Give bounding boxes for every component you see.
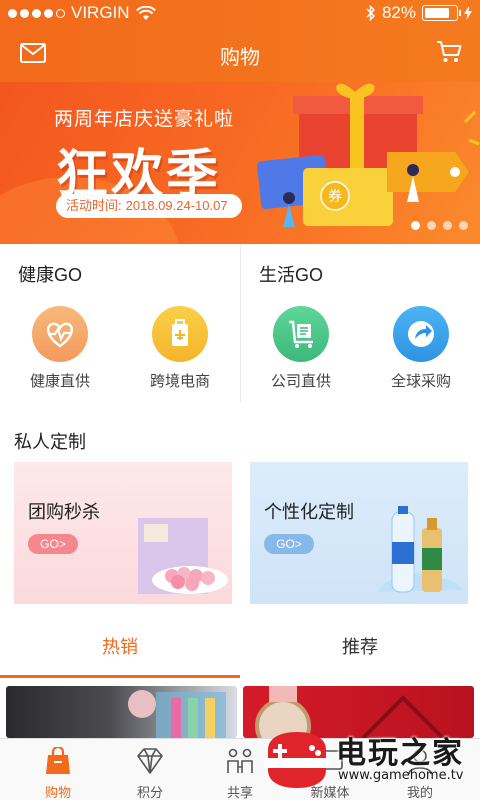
watermark-name: 电玩之家	[336, 736, 464, 771]
tabbar-points[interactable]: 积分	[102, 739, 198, 800]
battery-icon	[422, 5, 461, 21]
tabbar-shopping[interactable]: 购物	[10, 739, 106, 800]
life-go-section: 生活GO 公司直供 全球采购	[240, 244, 480, 402]
bluetooth-icon	[366, 5, 376, 21]
health-supply-label: 健康直供	[29, 373, 90, 390]
heartbeat-icon	[32, 306, 88, 362]
coupon-text: 券	[328, 189, 342, 205]
watermark: 电玩之家 www.gamehome.tv	[258, 722, 480, 800]
charging-icon	[464, 6, 472, 20]
banner-subtitle: 两周年店庆送豪礼啦	[54, 109, 235, 130]
banner-indicators	[411, 221, 468, 230]
promo-banner[interactable]: 两周年店庆送豪礼啦 狂欢季 活动时间: 2018.09.24-10.07 券	[0, 82, 480, 244]
personalized-card[interactable]: 个性化定制 GO>	[250, 462, 468, 604]
navigation-bar: 购物	[0, 26, 480, 82]
gamepad-logo-icon	[264, 732, 330, 788]
feed-tabs: 热销 推荐	[0, 626, 480, 678]
global-purchase-label: 全球采购	[390, 373, 451, 390]
company-supply-label: 公司直供	[270, 373, 331, 390]
tabbar-shopping-label: 购物	[44, 785, 71, 800]
company-supply-button[interactable]: 公司直供	[241, 306, 361, 391]
diamond-icon	[137, 748, 163, 774]
tabbar-points-label: 积分	[136, 785, 163, 800]
personalized-go-button[interactable]: GO>	[264, 534, 314, 554]
banner-period-label: 活动时间:	[66, 198, 122, 213]
banner-period-dates: 2018.09.24-10.07	[125, 198, 228, 213]
life-go-title: 生活GO	[259, 265, 324, 285]
health-supply-button[interactable]: 健康直供	[0, 306, 120, 391]
signal-icon	[8, 8, 65, 18]
group-buy-card[interactable]: 团购秒杀 GO>	[14, 462, 232, 604]
cross-border-button[interactable]: 跨境电商	[120, 306, 240, 391]
tab-recommend[interactable]: 推荐	[240, 626, 480, 678]
product-card[interactable]	[6, 686, 237, 738]
header: VIRGIN 82% 购物	[0, 0, 480, 82]
banner-illustration: 券	[257, 83, 480, 227]
health-go-section: 健康GO 健康直供 跨境电商	[0, 244, 240, 402]
cart-box-icon	[273, 306, 329, 362]
cart-icon[interactable]	[436, 40, 462, 64]
indicator-dot[interactable]	[411, 221, 420, 230]
global-purchase-button[interactable]: 全球采购	[361, 306, 480, 391]
page-title: 购物	[220, 47, 260, 69]
personalized-title: 个性化定制	[264, 502, 354, 522]
health-go-title: 健康GO	[18, 265, 83, 285]
wifi-icon	[135, 5, 156, 20]
group-buy-product-image	[138, 518, 228, 594]
tab-hot[interactable]: 热销	[0, 626, 240, 678]
battery-percent: 82%	[381, 3, 416, 22]
indicator-dot[interactable]	[459, 221, 468, 230]
product-image	[128, 690, 226, 738]
carrier-label: VIRGIN	[71, 3, 130, 22]
share-people-icon	[227, 748, 253, 773]
app-screen: VIRGIN 82% 购物 两周年店庆送豪礼啦 狂欢季 活动时间: 2018.0…	[0, 0, 480, 800]
status-bar: VIRGIN 82%	[0, 0, 480, 26]
watermark-url: www.gamehome.tv	[338, 768, 464, 783]
luggage-plane-icon	[152, 306, 208, 362]
share-arrow-icon	[393, 306, 449, 362]
personalized-product-image	[378, 506, 463, 593]
indicator-dot[interactable]	[427, 221, 436, 230]
group-buy-title: 团购秒杀	[28, 502, 100, 522]
custom-section-title: 私人定制	[14, 432, 86, 452]
cross-border-label: 跨境电商	[149, 373, 210, 390]
banner-period: 活动时间: 2018.09.24-10.07	[56, 194, 242, 218]
shopping-bag-icon	[46, 745, 70, 774]
indicator-dot[interactable]	[443, 221, 452, 230]
group-buy-go-button[interactable]: GO>	[28, 534, 78, 554]
